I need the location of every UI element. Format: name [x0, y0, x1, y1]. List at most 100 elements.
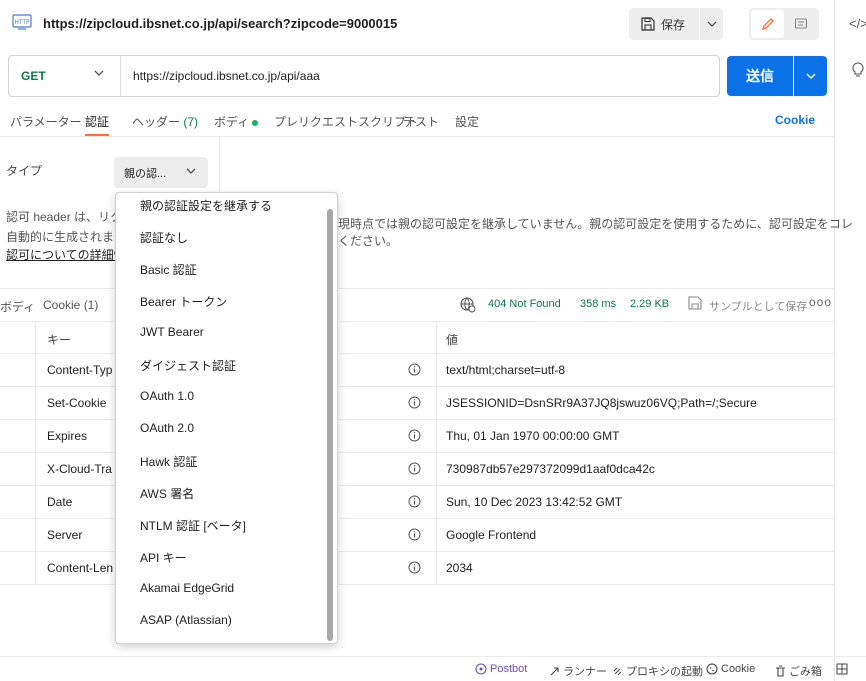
info-icon[interactable] — [408, 528, 421, 541]
status-bar: Postbot ランナー プロキシの起動 Cookie ごみ箱 — [0, 656, 866, 681]
header-value[interactable]: text/html;charset=utf-8 — [446, 363, 565, 377]
right-sidebar: </> — [834, 0, 866, 681]
send-options-button[interactable] — [794, 56, 827, 96]
info-icon[interactable] — [408, 429, 421, 442]
request-title[interactable]: https://zipcloud.ibsnet.co.jp/api/search… — [43, 16, 397, 31]
tab-body[interactable]: ボディ — [214, 113, 259, 130]
response-tab-cookies[interactable]: Cookie (1) — [43, 298, 98, 312]
dropdown-item[interactable]: ASAP (Atlassian) — [140, 613, 232, 627]
tab-authorization[interactable]: 認証 — [85, 113, 110, 136]
dropdown-item[interactable]: NTLM 認証 [ベータ] — [140, 517, 246, 534]
request-bar: GET https://zipcloud.ibsnet.co.jp/api/aa… — [8, 55, 720, 97]
method-select[interactable]: GET — [9, 56, 121, 96]
info-icon[interactable] — [408, 363, 421, 376]
header-key[interactable]: Content-Typ — [47, 363, 112, 377]
header-value[interactable]: Thu, 01 Jan 1970 00:00:00 GMT — [446, 429, 619, 443]
header-value[interactable]: Sun, 10 Dec 2023 13:42:52 GMT — [446, 495, 622, 509]
cookie-icon — [706, 663, 718, 675]
header-value[interactable]: 2034 — [446, 561, 473, 575]
header-key[interactable]: Content-Len — [47, 561, 113, 575]
header-key[interactable]: Expires — [47, 429, 87, 443]
auth-inherit-message-line1: 現時点では親の認可設定を継承していません。親の認可設定を使用するために、認可設定… — [338, 217, 853, 231]
postbot-button[interactable]: Postbot — [475, 663, 527, 675]
info-icon[interactable] — [408, 561, 421, 574]
column-header-key: キー — [47, 333, 72, 347]
response-tab-body[interactable]: ボディ — [0, 298, 35, 315]
trash-label: ごみ箱 — [789, 666, 822, 678]
tab-headers[interactable]: ヘッダー (7) — [132, 113, 198, 130]
chevron-down-icon — [707, 21, 716, 27]
save-button[interactable]: 保存 — [629, 8, 699, 40]
dropdown-item[interactable]: OAuth 1.0 — [140, 389, 194, 403]
cookies-label: Cookie — [721, 663, 756, 675]
tab-headers-label: ヘッダー — [132, 115, 181, 129]
code-icon[interactable]: </> — [849, 16, 866, 31]
tab-headers-count: (7) — [183, 115, 199, 129]
dropdown-item[interactable]: Bearer トークン — [140, 293, 227, 310]
response-size[interactable]: 2.29 KB — [630, 298, 669, 310]
header-key[interactable]: Set-Cookie — [47, 396, 106, 410]
request-tabs: パラメーター 認証 ヘッダー (7) ボディ プレリクエストスクリプト テスト … — [0, 103, 834, 137]
header-value[interactable]: Google Frontend — [446, 528, 536, 542]
dropdown-item[interactable]: Hawk 認証 — [140, 453, 197, 470]
dropdown-scrollbar-thumb[interactable] — [327, 209, 333, 641]
header-value[interactable]: 730987db57e297372099d1aaf0dca42c — [446, 462, 655, 476]
response-time[interactable]: 358 ms — [580, 298, 616, 310]
header-key[interactable]: Server — [47, 528, 82, 542]
header-key[interactable]: X-Cloud-Tra — [47, 462, 112, 476]
trash-button[interactable]: ごみ箱 — [775, 663, 822, 679]
column-header-value: 値 — [446, 333, 459, 347]
dropdown-item[interactable]: OAuth 2.0 — [140, 421, 194, 435]
auth-type-value: 親の認... — [124, 167, 167, 180]
info-icon[interactable] — [408, 396, 421, 409]
info-icon[interactable] — [408, 462, 421, 475]
chevron-down-icon — [186, 168, 196, 174]
globe-icon[interactable] — [460, 297, 476, 313]
tab-tests[interactable]: テスト — [403, 113, 439, 130]
tab-params[interactable]: パラメーター — [10, 113, 82, 130]
postbot-label: Postbot — [490, 663, 528, 675]
svg-text:HTTP: HTTP — [14, 19, 30, 26]
cookies-link[interactable]: Cookie — [775, 113, 815, 127]
proxy-button[interactable]: プロキシの起動 — [612, 663, 703, 679]
runner-button[interactable]: ランナー — [549, 663, 607, 679]
url-input[interactable]: https://zipcloud.ibsnet.co.jp/api/aaa — [121, 69, 320, 83]
view-mode-toggle — [749, 8, 819, 40]
trash-icon — [776, 665, 785, 677]
save-as-example-button[interactable]: サンプルとして保存 — [709, 298, 807, 314]
chevron-down-icon — [806, 73, 815, 79]
dropdown-item[interactable]: JWT Bearer — [140, 325, 204, 339]
dropdown-item[interactable]: Akamai EdgeGrid — [140, 581, 234, 595]
dropdown-item[interactable]: API キー — [140, 549, 187, 566]
dropdown-item[interactable]: 認証なし — [140, 229, 188, 246]
response-status[interactable]: 404 Not Found — [488, 298, 561, 310]
dropdown-item[interactable]: Basic 認証 — [140, 261, 197, 278]
edit-mode-button[interactable] — [751, 10, 784, 38]
dropdown-item[interactable]: ダイジェスト認証 — [140, 357, 236, 374]
layout-grid-icon[interactable] — [836, 663, 848, 675]
info-icon[interactable] — [408, 495, 421, 508]
dropdown-item[interactable]: AWS 署名 — [140, 485, 194, 502]
tab-pre-request-script[interactable]: プレリクエストスクリプト — [274, 113, 418, 130]
auth-type-select[interactable]: 親の認... — [114, 157, 208, 188]
docs-mode-button[interactable] — [784, 10, 817, 38]
comment-icon — [794, 18, 807, 29]
save-label: 保存 — [661, 17, 686, 32]
runner-icon — [550, 666, 559, 675]
send-button[interactable]: 送信 — [727, 56, 793, 96]
body-indicator-dot — [252, 119, 259, 126]
lightbulb-icon[interactable] — [851, 62, 865, 78]
save-options-button[interactable] — [700, 8, 723, 40]
postbot-icon — [475, 663, 487, 675]
pencil-icon — [761, 18, 774, 31]
more-options-icon[interactable]: ooo — [809, 295, 832, 309]
runner-label: ランナー — [563, 666, 607, 678]
dropdown-item[interactable]: 親の認証設定を継承する — [140, 197, 272, 214]
tab-settings[interactable]: 設定 — [455, 113, 479, 130]
auth-inherit-message-line2: ください。 — [338, 234, 399, 248]
proxy-label: プロキシの起動 — [626, 666, 703, 678]
header-value[interactable]: JSESSIONID=DsnSRr9A37JQ8jswuz06VQ;Path=/… — [446, 396, 757, 410]
cookies-button[interactable]: Cookie — [706, 663, 755, 675]
header-key[interactable]: Date — [47, 495, 72, 509]
dropdown-scrollbar[interactable] — [327, 209, 333, 641]
